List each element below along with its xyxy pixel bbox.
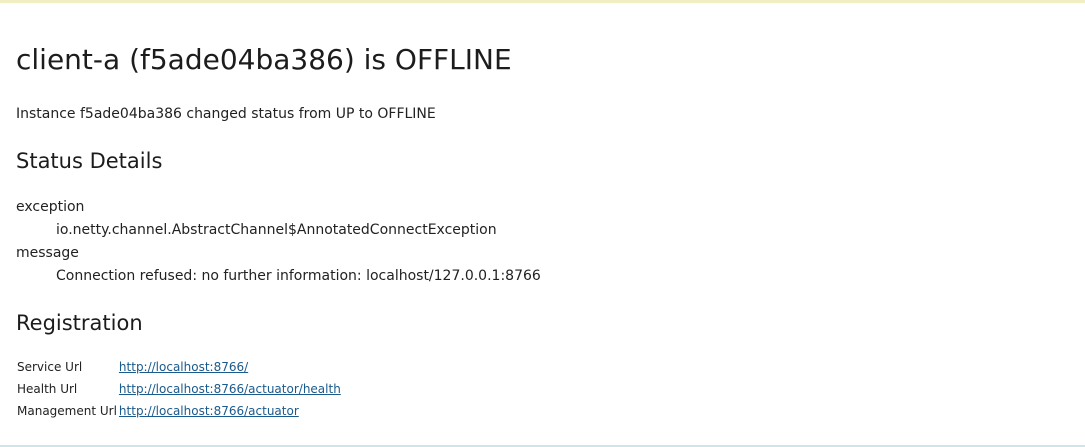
registration-table: Service Url http://localhost:8766/ Healt…	[16, 356, 341, 422]
management-url-label: Management Url	[17, 404, 117, 418]
registration-heading: Registration	[16, 311, 143, 335]
status-details-list: exception io.netty.channel.AbstractChann…	[16, 196, 541, 288]
service-url-label: Service Url	[17, 360, 83, 374]
management-url-link[interactable]: http://localhost:8766/actuator	[119, 404, 299, 418]
table-row: Service Url http://localhost:8766/	[16, 356, 341, 378]
health-url-link[interactable]: http://localhost:8766/actuator/health	[119, 382, 341, 396]
status-change-summary: Instance f5ade04ba386 changed status fro…	[16, 106, 436, 122]
top-border	[0, 0, 1085, 3]
table-row: Health Url http://localhost:8766/actuato…	[16, 378, 341, 400]
health-url-label: Health Url	[17, 382, 78, 396]
detail-key-message: message	[16, 245, 79, 261]
detail-value-exception: io.netty.channel.AbstractChannel$Annotat…	[56, 222, 497, 238]
page-title: client-a (f5ade04ba386) is OFFLINE	[16, 43, 512, 76]
status-details-heading: Status Details	[16, 149, 163, 173]
detail-key-exception: exception	[16, 199, 85, 215]
table-row: Management Url http://localhost:8766/act…	[16, 400, 341, 422]
service-url-link[interactable]: http://localhost:8766/	[119, 360, 248, 374]
detail-value-message: Connection refused: no further informati…	[56, 268, 541, 284]
